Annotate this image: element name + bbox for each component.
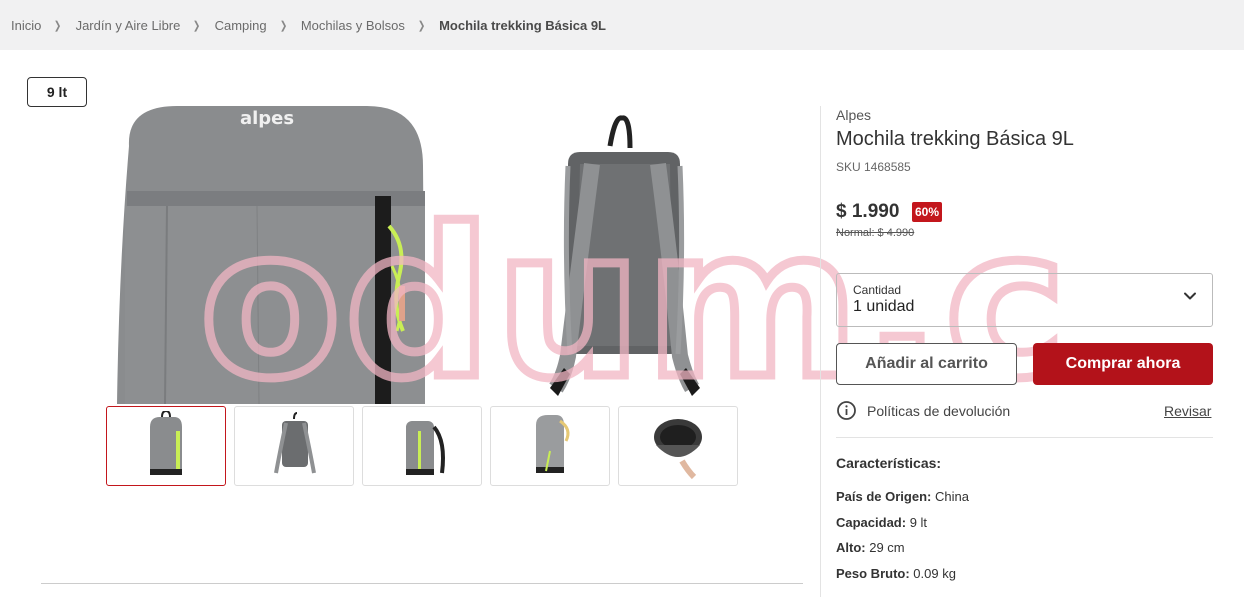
- brand-logo-text: alpes: [240, 108, 294, 129]
- chevron-right-icon: ❯: [54, 19, 62, 32]
- quantity-select[interactable]: Cantidad 1 unidad: [836, 273, 1213, 327]
- spec-row: Alto: 29 cm: [836, 540, 905, 555]
- quantity-label: Cantidad: [853, 283, 902, 297]
- chevron-down-icon: [1184, 292, 1196, 300]
- quantity-value: 1 unidad: [853, 298, 915, 315]
- gallery-divider: [41, 583, 803, 584]
- normal-price: Normal: $ 4.990: [836, 227, 915, 239]
- discount-badge: 60%: [912, 202, 943, 222]
- chevron-right-icon: ❯: [417, 19, 426, 32]
- breadcrumb-item-jardin[interactable]: Jardín y Aire Libre: [76, 18, 181, 33]
- spec-value: 29 cm: [869, 540, 905, 555]
- breadcrumb-current: Mochila trekking Básica 9L: [439, 17, 606, 33]
- spec-row: Capacidad: 9 lt: [836, 515, 927, 530]
- product-brand[interactable]: Alpes: [836, 107, 871, 123]
- return-policy-label: Políticas de devolución: [867, 403, 1011, 419]
- secondary-product-image[interactable]: [520, 106, 730, 404]
- breadcrumb-item-camping[interactable]: Camping: [215, 18, 267, 33]
- specs-title: Características:: [836, 455, 942, 471]
- spec-row: Peso Bruto: 0.09 kg: [836, 566, 956, 581]
- spec-row: País de Origen: China: [836, 489, 969, 504]
- spec-key: Alto:: [836, 540, 866, 555]
- thumbnail-front-view[interactable]: [106, 406, 226, 486]
- spec-key: Peso Bruto:: [836, 566, 910, 581]
- column-divider: [820, 106, 821, 597]
- breadcrumb-item-inicio[interactable]: Inicio: [11, 18, 41, 33]
- return-policy-link[interactable]: Revisar: [1164, 403, 1211, 419]
- breadcrumb-item-mochilas[interactable]: Mochilas y Bolsos: [301, 18, 405, 33]
- chevron-right-icon: ❯: [193, 19, 201, 32]
- product-sku: SKU 1468585: [836, 160, 911, 174]
- thumbnail-side-detail-view[interactable]: [490, 406, 610, 486]
- policy-divider: [836, 437, 1213, 438]
- thumbnail-back-view[interactable]: [234, 406, 354, 486]
- product-price: $ 1.990: [836, 201, 900, 222]
- size-badge: 9 lt: [27, 77, 87, 107]
- spec-value: China: [935, 489, 969, 504]
- spec-value: 9 lt: [909, 515, 928, 530]
- thumbnail-open-view[interactable]: [618, 406, 738, 486]
- spec-key: Capacidad:: [836, 515, 907, 530]
- breadcrumb: Inicio ❯ Jardín y Aire Libre ❯ Camping ❯…: [0, 0, 1244, 50]
- chevron-right-icon: ❯: [279, 19, 287, 32]
- main-product-image[interactable]: alpes: [107, 106, 425, 404]
- spec-value: 0.09 kg: [913, 566, 956, 581]
- thumbnail-side-view[interactable]: [362, 406, 482, 486]
- add-to-cart-button[interactable]: Añadir al carrito: [836, 343, 1017, 385]
- product-title: Mochila trekking Básica 9L: [836, 128, 1074, 150]
- buy-now-button[interactable]: Comprar ahora: [1033, 343, 1213, 385]
- info-circle-icon: [837, 401, 856, 420]
- thumbnail-strip: [106, 406, 738, 486]
- spec-key: País de Origen:: [836, 489, 932, 504]
